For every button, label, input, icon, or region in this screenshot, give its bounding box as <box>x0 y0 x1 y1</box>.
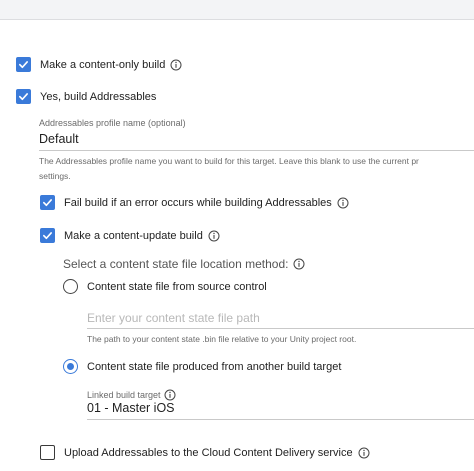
upload-ccd-row[interactable]: Upload Addressables to the Cloud Content… <box>40 445 370 460</box>
linked-target-underline <box>87 419 474 420</box>
checkmark-icon <box>43 232 52 240</box>
other-target-label: Content state file produced from another… <box>87 360 342 373</box>
source-control-radio[interactable] <box>63 279 78 294</box>
info-icon[interactable] <box>170 59 182 71</box>
linked-target-label: Linked build target <box>87 390 161 400</box>
profile-name-input[interactable]: Default <box>39 132 79 146</box>
content-update-row[interactable]: Make a content-update build <box>40 228 220 243</box>
build-addressables-checkbox[interactable] <box>16 89 31 104</box>
location-method-question-text: Select a content state file location met… <box>63 257 289 271</box>
fail-build-checkbox[interactable] <box>40 195 55 210</box>
other-target-option[interactable]: Content state file produced from another… <box>63 359 341 374</box>
upload-ccd-label: Upload Addressables to the Cloud Content… <box>64 446 353 459</box>
radio-selected-dot <box>67 363 74 370</box>
other-target-radio[interactable] <box>63 359 78 374</box>
content-only-build-checkbox[interactable] <box>16 57 31 72</box>
top-toolbar-strip <box>0 0 474 20</box>
profile-name-label: Addressables profile name (optional) <box>39 118 186 128</box>
location-method-question: Select a content state file location met… <box>63 257 305 271</box>
info-icon[interactable] <box>358 447 370 459</box>
build-addressables-label: Yes, build Addressables <box>40 90 157 103</box>
checkmark-icon <box>19 93 28 101</box>
info-icon[interactable] <box>164 389 176 401</box>
source-control-label: Content state file from source control <box>87 280 267 293</box>
content-only-build-label: Make a content-only build <box>40 58 166 71</box>
content-update-label: Make a content-update build <box>64 229 203 242</box>
build-addressables-row[interactable]: Yes, build Addressables <box>16 89 156 104</box>
fail-build-row[interactable]: Fail build if an error occurs while buil… <box>40 195 349 210</box>
content-state-path-input[interactable]: Enter your content state file path <box>87 311 260 325</box>
fail-build-label: Fail build if an error occurs while buil… <box>64 196 332 209</box>
upload-ccd-checkbox[interactable] <box>40 445 55 460</box>
linked-target-label-row: Linked build target <box>87 389 176 401</box>
source-control-option[interactable]: Content state file from source control <box>63 279 267 294</box>
content-update-checkbox[interactable] <box>40 228 55 243</box>
content-state-path-help: The path to your content state .bin file… <box>87 334 357 344</box>
info-icon[interactable] <box>337 197 349 209</box>
info-icon[interactable] <box>293 258 305 270</box>
content-only-build-row[interactable]: Make a content-only build <box>16 57 182 72</box>
info-icon[interactable] <box>208 230 220 242</box>
profile-name-help-line-2: settings. <box>39 171 71 181</box>
checkmark-icon <box>19 61 28 69</box>
profile-name-help-line-1: The Addressables profile name you want t… <box>39 156 419 166</box>
checkmark-icon <box>43 199 52 207</box>
linked-target-select[interactable]: 01 - Master iOS <box>87 401 175 415</box>
profile-name-underline <box>39 150 474 151</box>
content-state-path-underline <box>87 328 474 329</box>
